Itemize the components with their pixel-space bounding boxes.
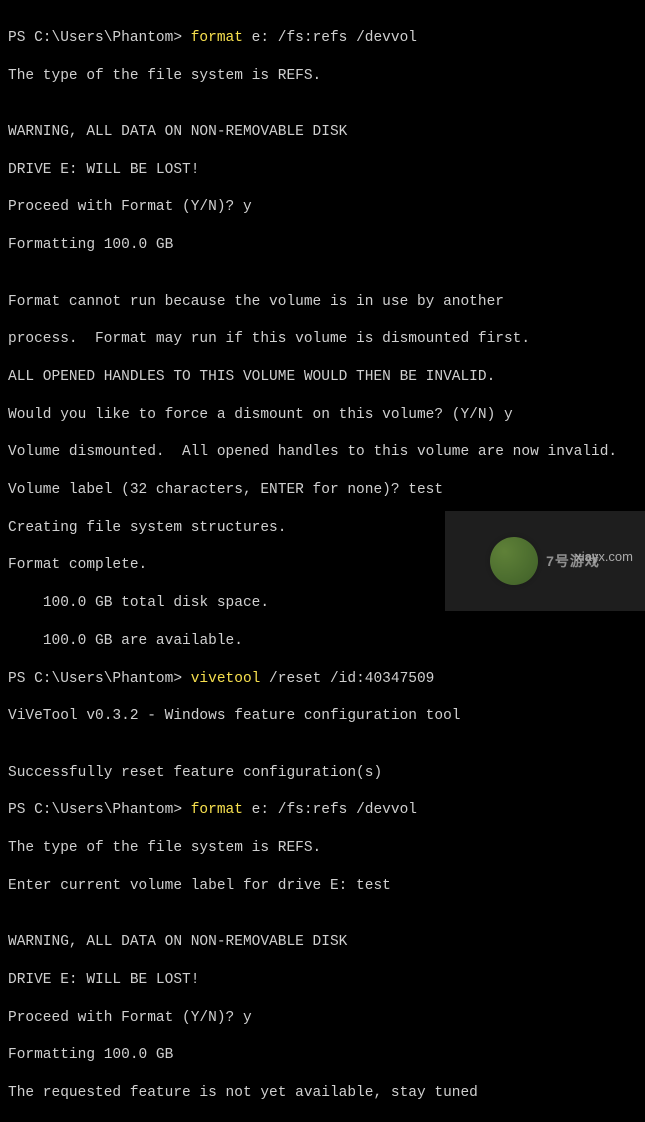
command-args: /reset /id:40347509	[260, 671, 434, 687]
output-line: Formatting 100.0 GB	[8, 1046, 637, 1065]
ps-prompt: PS C:\Users\Phantom>	[8, 802, 191, 818]
output-line: The type of the file system is REFS.	[8, 67, 637, 86]
output-line: 100.0 GB are available.	[8, 632, 637, 651]
prompt-line: PS C:\Users\Phantom> format e: /fs:refs …	[8, 801, 637, 820]
prompt-line: PS C:\Users\Phantom> vivetool /reset /id…	[8, 670, 637, 689]
output-line: Format complete.	[8, 556, 637, 575]
output-line: Would you like to force a dismount on th…	[8, 406, 637, 425]
ps-prompt: PS C:\Users\Phantom>	[8, 671, 191, 687]
output-line: Format cannot run because the volume is …	[8, 293, 637, 312]
ps-prompt: PS C:\Users\Phantom>	[8, 30, 191, 46]
output-line: DRIVE E: WILL BE LOST!	[8, 161, 637, 180]
output-line: The requested feature is not yet availab…	[8, 1084, 637, 1103]
output-line: Successfully reset feature configuration…	[8, 764, 637, 783]
command-vivetool: vivetool	[191, 671, 261, 687]
output-line: DRIVE E: WILL BE LOST!	[8, 971, 637, 990]
command-format: format	[191, 30, 243, 46]
command-args: e: /fs:refs /devvol	[243, 30, 417, 46]
output-line: Enter current volume label for drive E: …	[8, 877, 637, 896]
output-line: WARNING, ALL DATA ON NON-REMOVABLE DISK	[8, 933, 637, 952]
output-line: Volume dismounted. All opened handles to…	[8, 443, 637, 462]
output-line: Formatting 100.0 GB	[8, 236, 637, 255]
output-line: The type of the file system is REFS.	[8, 839, 637, 858]
output-line: Volume label (32 characters, ENTER for n…	[8, 481, 637, 500]
output-line: ViVeTool v0.3.2 - Windows feature config…	[8, 707, 637, 726]
prompt-line: PS C:\Users\Phantom> format e: /fs:refs …	[8, 29, 637, 48]
command-args: e: /fs:refs /devvol	[243, 802, 417, 818]
output-line: process. Format may run if this volume i…	[8, 330, 637, 349]
output-line: Creating file system structures.	[8, 519, 637, 538]
command-format: format	[191, 802, 243, 818]
output-line: Proceed with Format (Y/N)? y	[8, 1009, 637, 1028]
terminal-output: PS C:\Users\Phantom> format e: /fs:refs …	[8, 10, 637, 1122]
output-line: 100.0 GB total disk space.	[8, 594, 637, 613]
output-line: ALL OPENED HANDLES TO THIS VOLUME WOULD …	[8, 368, 637, 387]
output-line: WARNING, ALL DATA ON NON-REMOVABLE DISK	[8, 123, 637, 142]
output-line: Proceed with Format (Y/N)? y	[8, 198, 637, 217]
